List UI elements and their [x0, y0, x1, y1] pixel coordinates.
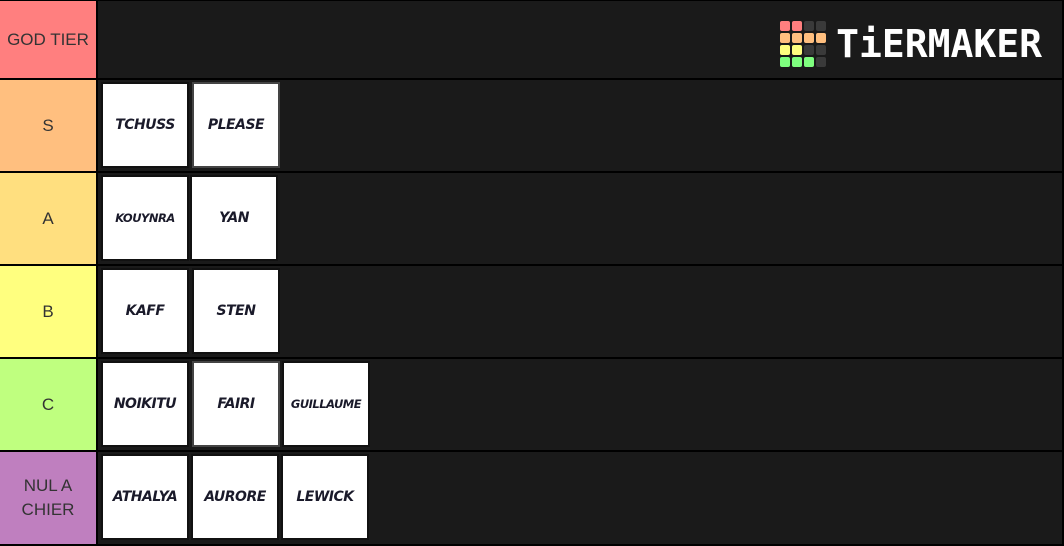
- tiermaker-logo: TiERMAKER: [780, 20, 1042, 68]
- logo-grid-cell: [816, 33, 827, 43]
- tier-item[interactable]: KOUYNRA: [101, 175, 189, 261]
- tiermaker-logo-icon: [780, 21, 827, 67]
- tier-item[interactable]: AURORE: [191, 454, 279, 540]
- logo-grid-cell: [792, 57, 803, 67]
- logo-grid-cell: [780, 57, 791, 67]
- logo-grid-cell: [816, 45, 827, 55]
- logo-grid-cell: [780, 21, 791, 31]
- tier-item[interactable]: GUILLAUME: [282, 361, 370, 447]
- logo-grid-cell: [792, 33, 803, 43]
- tier-row-c: C NOIKITU FAIRI GUILLAUME: [0, 359, 1062, 450]
- logo-grid-cell: [780, 33, 791, 43]
- tier-label[interactable]: GOD TIER: [0, 1, 96, 78]
- logo-grid-cell: [780, 45, 791, 55]
- tier-label[interactable]: A: [0, 173, 96, 264]
- tier-label[interactable]: NUL A CHIER: [0, 452, 96, 544]
- tier-item[interactable]: ATHALYA: [101, 454, 189, 540]
- logo-grid-cell: [804, 21, 815, 31]
- tier-item[interactable]: LEWICK: [281, 454, 369, 540]
- tier-row-god: GOD TIER TiERMAKER: [0, 1, 1062, 78]
- tier-label[interactable]: C: [0, 359, 96, 450]
- tier-item[interactable]: TCHUSS: [101, 82, 189, 168]
- tier-item[interactable]: YAN: [190, 175, 278, 261]
- tiermaker-logo-text: TiERMAKER: [836, 22, 1042, 66]
- tier-item[interactable]: STEN: [192, 268, 280, 354]
- tier-drop-zone[interactable]: ATHALYA AURORE LEWICK: [98, 452, 1062, 544]
- tier-item[interactable]: KAFF: [101, 268, 189, 354]
- tier-drop-zone[interactable]: KOUYNRA YAN: [98, 173, 1062, 264]
- tier-label[interactable]: B: [0, 266, 96, 357]
- tier-row-nul-a-chier: NUL A CHIER ATHALYA AURORE LEWICK: [0, 452, 1062, 544]
- tier-drop-zone[interactable]: TCHUSS PLEASE: [98, 80, 1062, 171]
- tier-drop-zone[interactable]: KAFF STEN: [98, 266, 1062, 357]
- tier-row-a: A KOUYNRA YAN: [0, 173, 1062, 264]
- tier-label[interactable]: S: [0, 80, 96, 171]
- logo-grid-cell: [804, 45, 815, 55]
- tier-row-s: S TCHUSS PLEASE: [0, 80, 1062, 171]
- tier-item[interactable]: NOIKITU: [101, 361, 189, 447]
- tier-drop-zone[interactable]: NOIKITU FAIRI GUILLAUME: [98, 359, 1062, 450]
- logo-grid-cell: [816, 21, 827, 31]
- logo-grid-cell: [792, 21, 803, 31]
- logo-grid-cell: [804, 57, 815, 67]
- tier-item[interactable]: FAIRI: [192, 361, 280, 447]
- tier-row-b: B KAFF STEN: [0, 266, 1062, 357]
- logo-grid-cell: [792, 45, 803, 55]
- tier-item[interactable]: PLEASE: [192, 82, 280, 168]
- logo-grid-cell: [816, 57, 827, 67]
- logo-grid-cell: [804, 33, 815, 43]
